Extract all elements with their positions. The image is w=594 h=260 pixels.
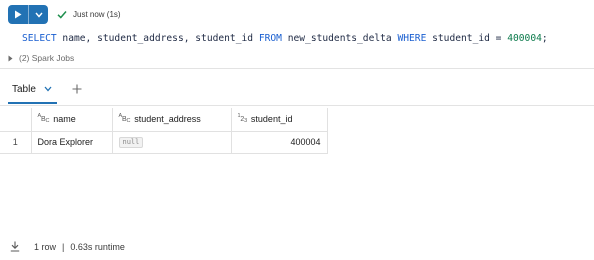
results-table: ABC name ABC student_address 123 student… (0, 108, 328, 154)
null-badge: null (118, 137, 144, 148)
column-header-student-id[interactable]: 123 student_id (230, 108, 328, 132)
add-visualization-button[interactable] (71, 83, 83, 95)
chevron-down-icon (34, 12, 43, 18)
run-options-button[interactable] (28, 5, 48, 24)
sql-columns: name, student_address, student_id (56, 33, 259, 44)
footer-separator: | (62, 241, 65, 252)
sql-keyword-from: FROM (258, 33, 282, 44)
play-icon (15, 10, 22, 19)
divider (0, 68, 594, 69)
run-cell-button[interactable] (8, 5, 28, 24)
sql-terminator: ; (541, 33, 548, 44)
cell-toolbar: Just now (1s) (8, 5, 121, 24)
string-type-icon: ABC (118, 113, 131, 124)
column-header-label: name (53, 114, 76, 125)
column-header-label: student_id (250, 114, 293, 125)
run-button-group (8, 5, 48, 24)
row-index: 1 (0, 130, 32, 154)
sql-code-line[interactable]: SELECT name, student_address, student_id… (22, 33, 548, 44)
spark-jobs-toggle[interactable]: (2) Spark Jobs (8, 53, 74, 63)
cell-name[interactable]: Dora Explorer (30, 130, 113, 154)
tab-table-label: Table (12, 83, 36, 95)
integer-type-icon: 123 (237, 113, 248, 124)
string-type-icon: ABC (37, 113, 50, 124)
sql-keyword-where: WHERE (397, 33, 427, 44)
sql-keyword-select: SELECT (22, 33, 57, 44)
plus-icon (72, 84, 82, 94)
cell-student-id[interactable]: 400004 (230, 130, 328, 154)
table-header-row: ABC name ABC student_address 123 student… (0, 108, 328, 132)
sql-number-literal: 400004 (507, 33, 542, 44)
check-icon (57, 10, 67, 20)
table-row: 1 Dora Explorer null 400004 (0, 130, 328, 154)
column-header-label: student_address (134, 114, 201, 125)
result-tabs: Table (0, 76, 83, 104)
tab-table[interactable]: Table (8, 76, 57, 104)
cell-student-address[interactable]: null (111, 130, 232, 154)
active-tab-indicator (8, 102, 57, 104)
spark-jobs-label: (2) Spark Jobs (19, 53, 75, 63)
sql-condition: student_id (426, 33, 496, 44)
execution-status: Just now (1s) (73, 10, 121, 19)
row-count: 1 row (34, 241, 57, 252)
column-header-student-address[interactable]: ABC student_address (111, 108, 232, 132)
column-header-name[interactable]: ABC name (30, 108, 113, 132)
row-index-header (0, 108, 32, 132)
sql-table-name: new_students_delta (281, 33, 398, 44)
download-icon[interactable] (10, 241, 21, 252)
runtime-text: 0.63s runtime (70, 241, 125, 252)
chevron-down-icon[interactable] (44, 85, 53, 94)
caret-right-icon (8, 54, 15, 62)
result-footer: 1 row | 0.63s runtime (10, 241, 125, 252)
divider (0, 105, 594, 106)
